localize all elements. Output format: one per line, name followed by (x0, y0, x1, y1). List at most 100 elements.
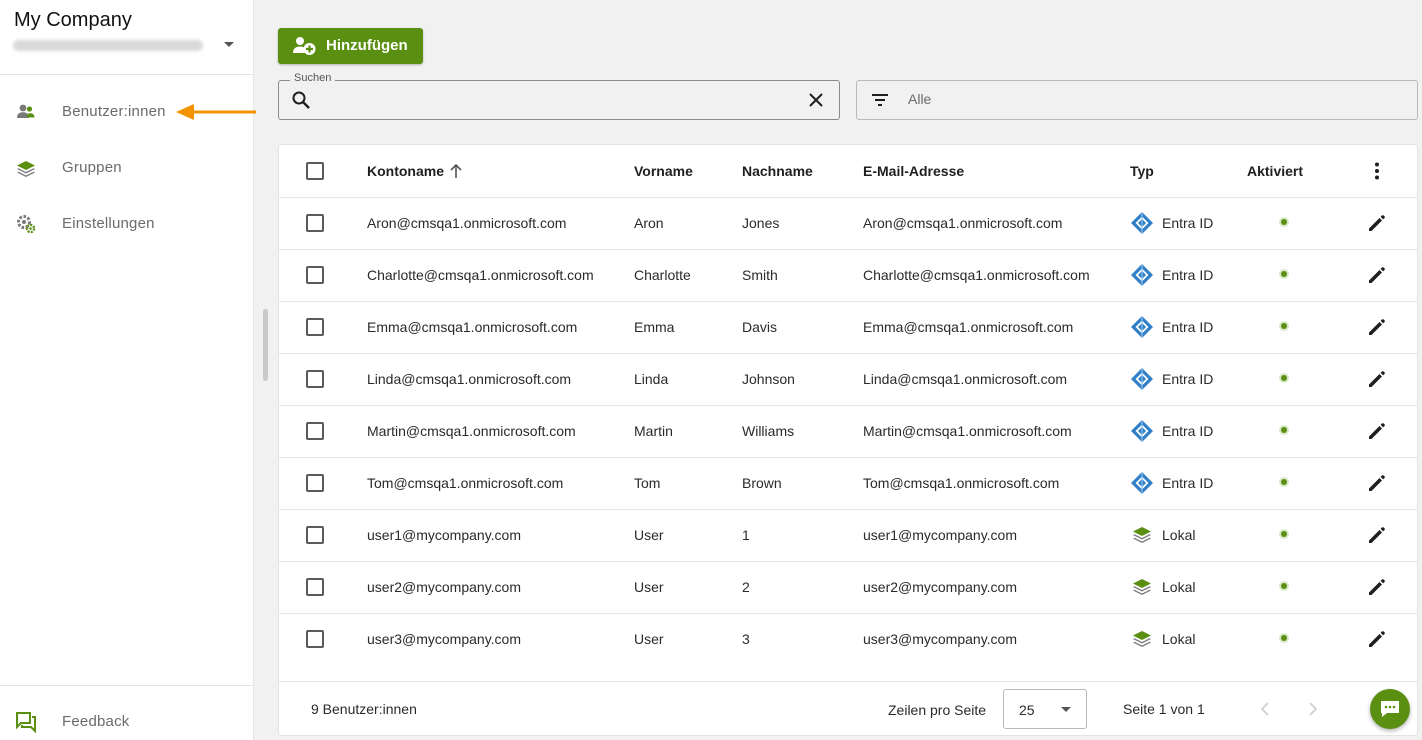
cell-type: Entra ID (1162, 423, 1214, 439)
users-icon (17, 104, 35, 118)
cell-last-name: Smith (742, 267, 778, 283)
close-icon[interactable] (807, 91, 825, 109)
local-layers-icon (1130, 627, 1154, 651)
search-icon (292, 91, 310, 109)
chevron-right-icon[interactable] (1306, 701, 1320, 717)
row-checkbox[interactable] (306, 422, 324, 440)
cell-email: Charlotte@cmsqa1.onmicrosoft.com (863, 267, 1090, 283)
company-name: My Company (14, 9, 132, 31)
users-table (278, 144, 1418, 736)
entra-id-icon (1130, 419, 1154, 443)
edit-icon[interactable] (1367, 421, 1387, 441)
settings-gear-icon (17, 215, 36, 234)
cell-type: Entra ID (1162, 371, 1214, 387)
cell-account: Charlotte@cmsqa1.onmicrosoft.com (367, 267, 594, 283)
column-header-active[interactable]: Aktiviert (1247, 163, 1303, 179)
divider (0, 685, 254, 686)
divider (0, 74, 254, 75)
scrollbar-thumb[interactable] (263, 309, 268, 381)
active-status-dot (1279, 269, 1289, 279)
cell-last-name: Davis (742, 319, 778, 335)
row-checkbox[interactable] (306, 630, 324, 648)
row-checkbox[interactable] (306, 474, 324, 492)
cell-email: Linda@cmsqa1.onmicrosoft.com (863, 371, 1068, 387)
cell-type: Lokal (1162, 527, 1196, 543)
row-checkbox[interactable] (306, 370, 324, 388)
filter-value: Alle (908, 91, 932, 107)
cell-last-name: Jones (742, 215, 780, 231)
column-header-account[interactable]: Kontoname (367, 163, 444, 179)
cell-account: user2@mycompany.com (367, 579, 521, 595)
chat-button[interactable] (1370, 689, 1410, 729)
cell-account: Aron@cmsqa1.onmicrosoft.com (367, 215, 567, 231)
column-header-last-name[interactable]: Nachname (742, 163, 813, 179)
chevron-left-icon[interactable] (1258, 701, 1272, 717)
sort-ascending-icon[interactable] (449, 163, 463, 179)
cell-last-name: Brown (742, 475, 782, 491)
cell-last-name: 2 (742, 579, 750, 595)
column-header-type[interactable]: Typ (1130, 163, 1154, 179)
row-divider (279, 509, 1417, 510)
row-divider (279, 197, 1417, 198)
chevron-down-icon[interactable] (224, 42, 234, 47)
cell-type: Entra ID (1162, 319, 1214, 335)
search-input[interactable] (318, 86, 798, 114)
filter-select[interactable] (856, 80, 1418, 120)
cell-email: Tom@cmsqa1.onmicrosoft.com (863, 475, 1060, 491)
row-checkbox[interactable] (306, 318, 324, 336)
cell-account: Tom@cmsqa1.onmicrosoft.com (367, 475, 564, 491)
add-button-label: Hinzufügen (326, 37, 408, 54)
cell-email: Martin@cmsqa1.onmicrosoft.com (863, 423, 1072, 439)
column-header-email[interactable]: E-Mail-Adresse (863, 163, 964, 179)
sidebar-item-label: Feedback (62, 712, 130, 730)
edit-icon[interactable] (1367, 473, 1387, 493)
active-status-dot (1279, 425, 1289, 435)
edit-icon[interactable] (1367, 577, 1387, 597)
edit-icon[interactable] (1367, 265, 1387, 285)
edit-icon[interactable] (1367, 317, 1387, 337)
active-status-dot (1279, 373, 1289, 383)
cell-first-name: Aron (634, 215, 664, 231)
cell-account: Emma@cmsqa1.onmicrosoft.com (367, 319, 578, 335)
add-user-button[interactable]: Hinzufügen (278, 28, 423, 64)
cell-last-name: Johnson (742, 371, 795, 387)
entra-id-icon (1130, 471, 1154, 495)
edit-icon[interactable] (1367, 369, 1387, 389)
sidebar-item-groups[interactable]: Gruppen (0, 147, 254, 187)
select-all-checkbox[interactable] (306, 162, 324, 180)
row-checkbox[interactable] (306, 578, 324, 596)
edit-icon[interactable] (1367, 629, 1387, 649)
row-divider (279, 457, 1417, 458)
cell-first-name: User (634, 579, 664, 595)
edit-icon[interactable] (1367, 213, 1387, 233)
row-checkbox[interactable] (306, 266, 324, 284)
column-header-first-name[interactable]: Vorname (634, 163, 693, 179)
rows-per-page-select[interactable] (1003, 689, 1087, 729)
row-divider (279, 249, 1417, 250)
search-label: Suchen (290, 72, 336, 84)
sidebar-item-settings[interactable]: Einstellungen (0, 203, 254, 243)
active-status-dot (1279, 581, 1289, 591)
cell-type: Entra ID (1162, 475, 1214, 491)
sidebar-item-feedback[interactable]: Feedback (0, 701, 254, 740)
cell-type: Lokal (1162, 579, 1196, 595)
cell-first-name: Martin (634, 423, 673, 439)
local-layers-icon (1130, 575, 1154, 599)
more-options-icon[interactable] (1368, 161, 1386, 181)
rows-per-page-value: 25 (1019, 702, 1035, 718)
row-checkbox[interactable] (306, 526, 324, 544)
feedback-icon (16, 712, 36, 733)
user-count: 9 Benutzer:innen (311, 701, 417, 717)
row-divider (279, 301, 1417, 302)
entra-id-icon (1130, 367, 1154, 391)
active-status-dot (1279, 321, 1289, 331)
edit-icon[interactable] (1367, 525, 1387, 545)
cell-account: user3@mycompany.com (367, 631, 521, 647)
row-checkbox[interactable] (306, 214, 324, 232)
cell-last-name: 3 (742, 631, 750, 647)
active-status-dot (1279, 633, 1289, 643)
entra-id-icon (1130, 263, 1154, 287)
cell-first-name: Linda (634, 371, 669, 387)
cell-first-name: Charlotte (634, 267, 691, 283)
active-status-dot (1279, 477, 1289, 487)
